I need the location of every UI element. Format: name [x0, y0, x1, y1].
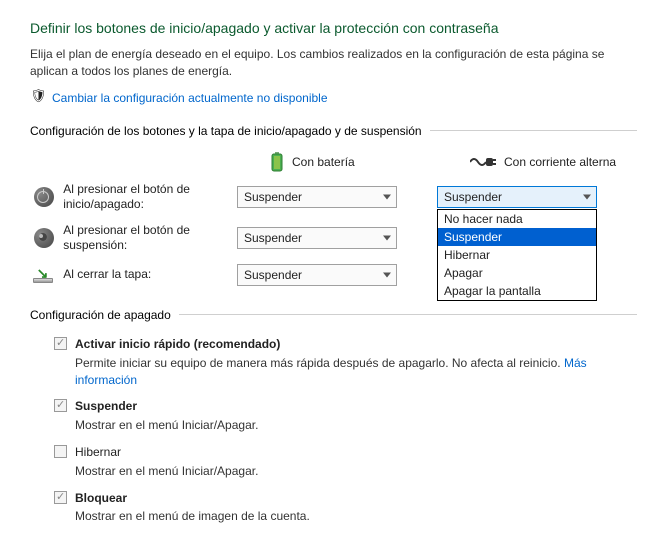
dropdown-option[interactable]: Apagar la pantalla: [438, 282, 596, 300]
dropdown-option[interactable]: Suspender: [438, 228, 596, 246]
dropdown-option[interactable]: Apagar: [438, 264, 596, 282]
power-ac-select[interactable]: Suspender: [437, 186, 597, 208]
lid-battery-value: Suspender: [244, 268, 302, 282]
dropdown-option[interactable]: No hacer nada: [438, 210, 596, 228]
section1-title: Configuración de los botones y la tapa d…: [30, 124, 422, 138]
fast-startup-checkbox[interactable]: [54, 337, 67, 350]
uac-link[interactable]: Cambiar la configuración actualmente no …: [52, 91, 328, 105]
fast-startup-desc: Permite iniciar su equipo de manera más …: [75, 355, 637, 389]
chevron-down-icon: [383, 272, 391, 277]
chevron-down-icon: [383, 236, 391, 241]
dropdown-option[interactable]: Hibernar: [438, 246, 596, 264]
fast-startup-title: Activar inicio rápido (recomendado): [75, 336, 637, 353]
row-power-label: Al presionar el botón de inicio/apagado:: [57, 182, 237, 213]
lid-icon: [33, 267, 55, 283]
power-battery-value: Suspender: [244, 190, 302, 204]
power-ac-dropdown: No hacer nada Suspender Hibernar Apagar …: [437, 209, 597, 301]
suspend-desc: Mostrar en el menú Iniciar/Apagar.: [75, 417, 258, 434]
hibernate-title: Hibernar: [75, 444, 258, 461]
sleep-button-icon: [34, 228, 54, 248]
suspend-title: Suspender: [75, 398, 258, 415]
row-lid-label: Al cerrar la tapa:: [57, 267, 237, 283]
battery-icon: [270, 152, 284, 172]
lock-desc: Mostrar en el menú de imagen de la cuent…: [75, 508, 310, 525]
hibernate-checkbox[interactable]: [54, 445, 67, 458]
power-ac-value: Suspender: [444, 190, 502, 204]
chevron-down-icon: [583, 195, 591, 200]
hibernate-desc: Mostrar en el menú Iniciar/Apagar.: [75, 463, 258, 480]
lid-battery-select[interactable]: Suspender: [237, 264, 397, 286]
shield-icon: [30, 90, 46, 106]
lock-title: Bloquear: [75, 490, 310, 507]
sleep-battery-select[interactable]: Suspender: [237, 227, 397, 249]
page-description: Elija el plan de energía deseado en el e…: [30, 46, 637, 80]
chevron-down-icon: [383, 195, 391, 200]
divider: [430, 130, 637, 131]
col-battery-label: Con batería: [292, 155, 355, 169]
divider: [179, 314, 637, 315]
section2-title: Configuración de apagado: [30, 308, 171, 322]
page-title: Definir los botones de inicio/apagado y …: [30, 20, 637, 36]
power-battery-select[interactable]: Suspender: [237, 186, 397, 208]
lock-checkbox[interactable]: [54, 491, 67, 504]
row-sleep-label: Al presionar el botón de suspensión:: [57, 223, 237, 254]
power-button-icon: [34, 187, 54, 207]
plug-icon: [470, 155, 496, 169]
col-ac-label: Con corriente alterna: [504, 155, 616, 169]
suspend-checkbox[interactable]: [54, 399, 67, 412]
sleep-battery-value: Suspender: [244, 231, 302, 245]
